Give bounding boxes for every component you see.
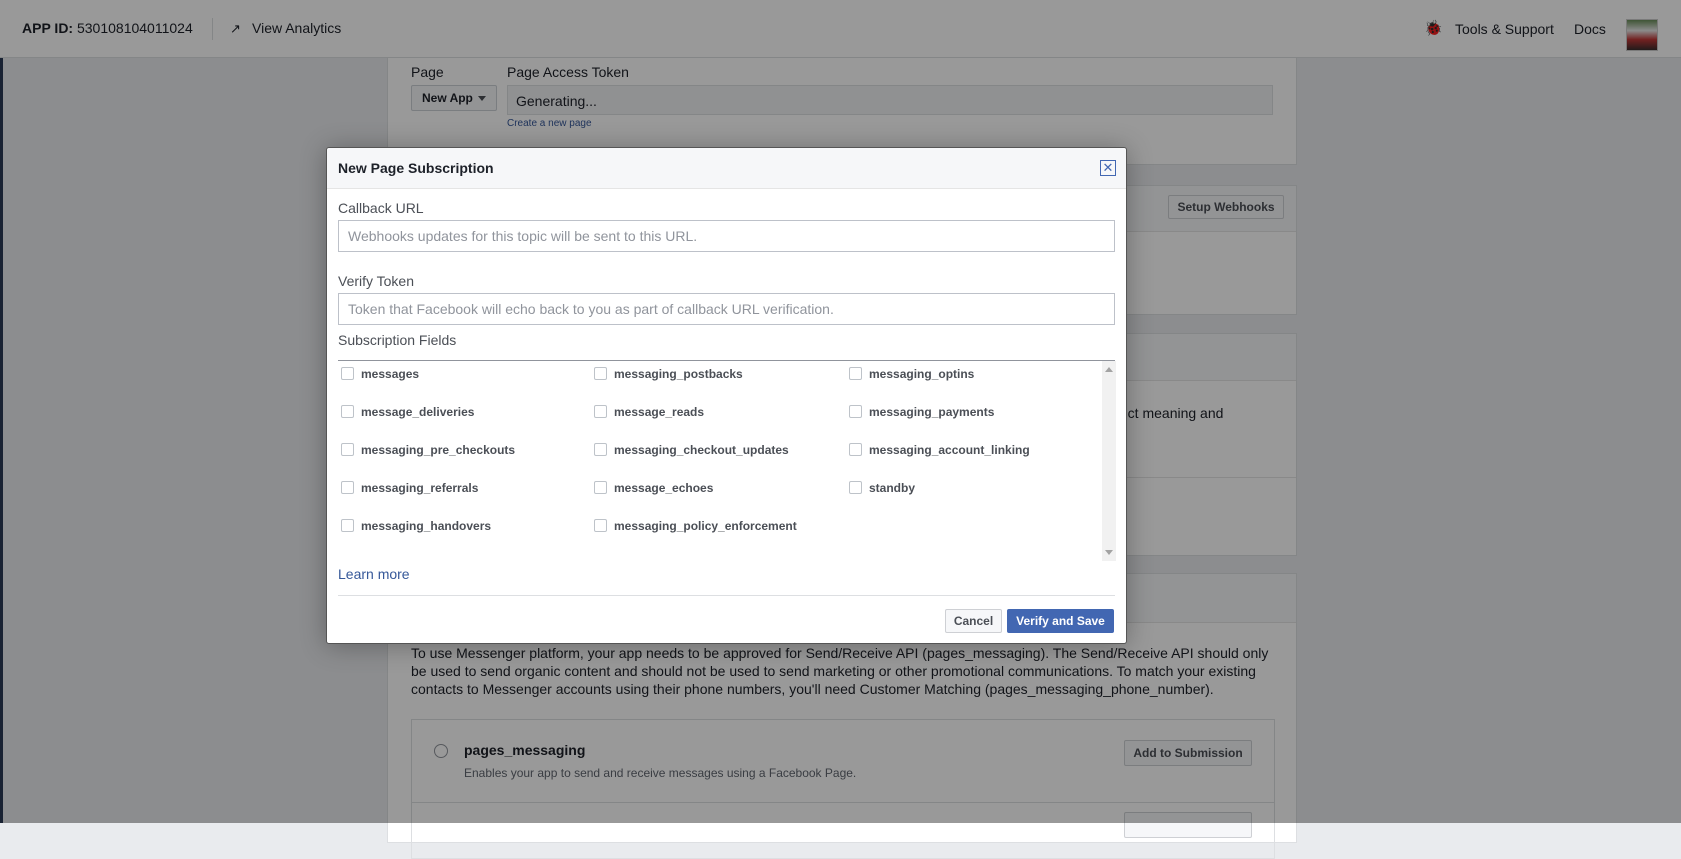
learn-more-link[interactable]: Learn more (338, 566, 410, 582)
callback-url-input[interactable] (338, 220, 1115, 252)
scroll-up-icon[interactable] (1105, 367, 1113, 372)
checkbox[interactable] (594, 367, 607, 380)
checkbox[interactable] (341, 443, 354, 456)
field-label: message_deliveries (361, 405, 475, 419)
checkbox[interactable] (849, 481, 862, 494)
scroll-down-icon[interactable] (1105, 550, 1113, 555)
field-label: messaging_payments (869, 405, 995, 419)
subscription-fields-label: Subscription Fields (338, 332, 457, 348)
field-label: message_echoes (614, 481, 714, 495)
cancel-button[interactable]: Cancel (945, 609, 1002, 633)
checkbox[interactable] (341, 405, 354, 418)
field-label: message_reads (614, 405, 705, 419)
field-label: messaging_account_linking (869, 443, 1030, 457)
field-label: messaging_optins (869, 367, 975, 381)
checkbox[interactable] (341, 519, 354, 532)
checkbox[interactable] (594, 405, 607, 418)
checkbox[interactable] (594, 481, 607, 494)
divider (338, 595, 1115, 596)
field-label: messaging_postbacks (614, 367, 743, 381)
verify-token-label: Verify Token (338, 273, 415, 289)
field-label: messaging_pre_checkouts (361, 443, 516, 457)
checkbox[interactable] (594, 519, 607, 532)
field-label: standby (869, 481, 916, 495)
field-label: messaging_checkout_updates (614, 443, 789, 457)
checkbox[interactable] (594, 443, 607, 456)
subscription-fields-list: messages messaging_postbacks messaging_o… (338, 361, 1100, 561)
checkbox[interactable] (341, 367, 354, 380)
new-page-subscription-dialog: New Page Subscription ✕ Callback URL Ver… (326, 147, 1127, 644)
callback-url-label: Callback URL (338, 200, 424, 216)
verify-and-save-button[interactable]: Verify and Save (1007, 609, 1114, 633)
field-label: messaging_policy_enforcement (614, 519, 797, 533)
field-label: messages (361, 367, 420, 381)
verify-token-input[interactable] (338, 293, 1115, 325)
dialog-title: New Page Subscription (338, 160, 494, 176)
checkbox[interactable] (849, 443, 862, 456)
field-label: messaging_handovers (361, 519, 492, 533)
checkbox[interactable] (849, 367, 862, 380)
checkbox[interactable] (849, 405, 862, 418)
fields-scrollbar[interactable] (1102, 361, 1116, 561)
checkbox[interactable] (341, 481, 354, 494)
field-label: messaging_referrals (361, 481, 479, 495)
close-icon[interactable]: ✕ (1100, 160, 1116, 176)
